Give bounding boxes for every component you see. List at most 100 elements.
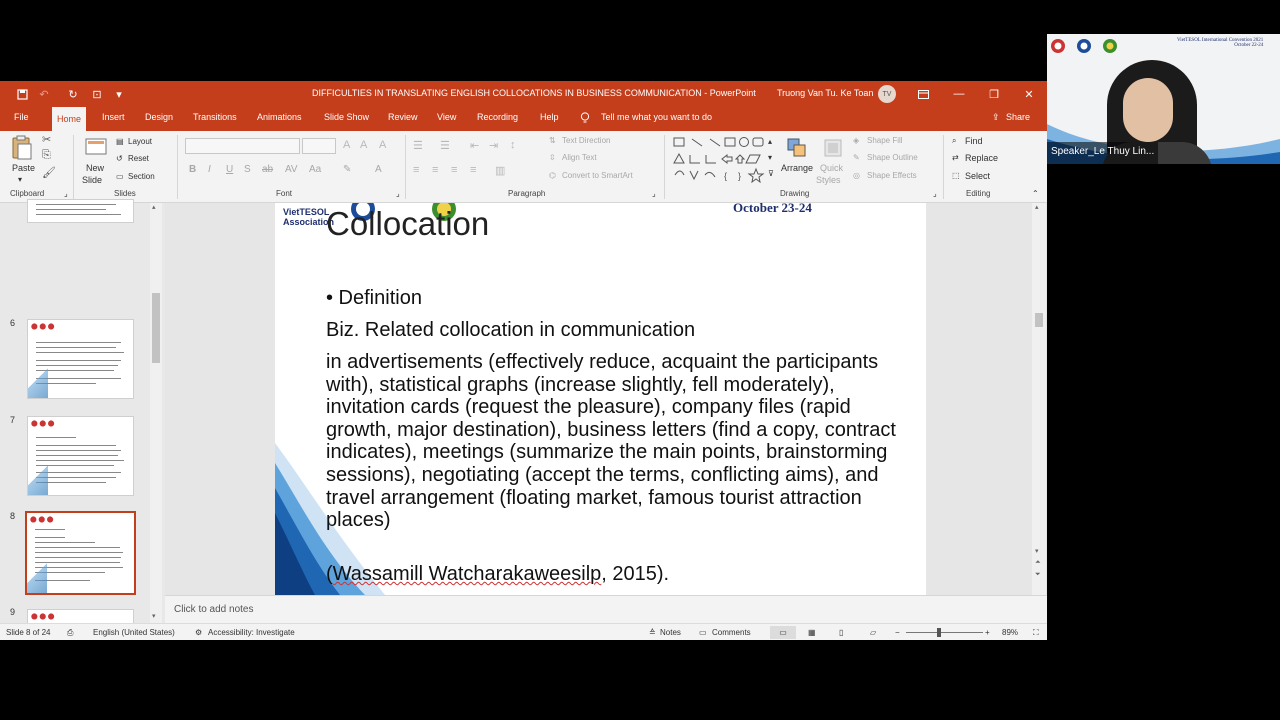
avatar[interactable]: TV (878, 85, 896, 103)
reading-view-icon[interactable]: ▯ (839, 628, 843, 637)
layout-button[interactable]: Layout (128, 137, 152, 146)
shape-fill-button[interactable]: Shape Fill (867, 136, 903, 145)
section-icon[interactable]: ▭ (116, 172, 124, 181)
accessibility-icon[interactable]: ⚙ (195, 628, 202, 637)
align-text-button[interactable]: Align Text (562, 153, 597, 162)
align-center-icon[interactable]: ≡ (432, 164, 438, 176)
normal-view-icon[interactable]: ▭ (770, 626, 796, 639)
zoom-out-icon[interactable]: − (895, 628, 900, 637)
paste-dropdown-icon[interactable]: ▾ (18, 175, 22, 184)
columns-icon[interactable]: ▥ (495, 164, 505, 177)
paragraph-launcher-icon[interactable]: ⌟ (652, 189, 656, 198)
slide-sorter-icon[interactable]: ▦ (808, 628, 816, 637)
slide-title[interactable]: Collocation (326, 205, 489, 243)
tab-slide-show[interactable]: Slide Show (324, 112, 369, 122)
slide-subheading[interactable]: Biz. Related collocation in communicatio… (326, 319, 695, 342)
slide-canvas[interactable]: VietTESOL Association October 23-24 Coll… (275, 203, 926, 595)
strikethrough-button[interactable]: ab (262, 164, 273, 175)
increase-font-icon[interactable]: A (343, 139, 350, 151)
notes-icon[interactable]: ≙ (649, 628, 656, 637)
zoom-slider-thumb[interactable] (937, 628, 941, 637)
font-color-button[interactable]: A (375, 164, 382, 175)
copy-icon[interactable]: ⎘ (42, 149, 51, 162)
slide-thumbnail-5-partial[interactable] (27, 199, 134, 223)
slide-body-text[interactable]: in advertisements (effectively reduce, a… (326, 351, 896, 532)
comments-icon[interactable]: ▭ (699, 628, 707, 637)
arrange-icon[interactable] (786, 137, 810, 161)
clear-formatting-icon[interactable]: A (379, 139, 386, 151)
shapes-scroll-up-icon[interactable]: ▴ (768, 137, 772, 146)
tab-view[interactable]: View (437, 112, 456, 122)
find-button[interactable]: Find (965, 136, 983, 146)
scroll-up-icon[interactable]: ▴ (152, 203, 156, 211)
shapes-scroll-down-icon[interactable]: ▾ (768, 153, 772, 162)
format-painter-icon[interactable]: 🖌 (42, 166, 56, 179)
slide-thumbnail-7[interactable]: ⬤ ⬤ ⬤ (27, 416, 134, 496)
select-icon[interactable]: ⬚ (952, 171, 960, 180)
zoom-level[interactable]: 89% (1002, 628, 1018, 637)
new-slide-button-line2[interactable]: Slide (82, 175, 102, 185)
font-launcher-icon[interactable]: ⌟ (396, 189, 400, 198)
tab-transitions[interactable]: Transitions (193, 112, 237, 122)
bullets-icon[interactable]: ☰ (413, 139, 423, 152)
previous-slide-icon[interactable]: ⏶ (1035, 559, 1041, 567)
slide-thumbnail-6[interactable]: ⬤ ⬤ ⬤ (27, 319, 134, 399)
minimize-icon[interactable]: — (942, 81, 976, 107)
present-from-beginning-icon[interactable]: ⊡ (86, 81, 108, 107)
new-slide-icon[interactable] (84, 135, 108, 159)
ribbon-display-options-icon[interactable] (906, 81, 940, 107)
replace-icon[interactable]: ⇄ (952, 153, 959, 162)
tab-file[interactable]: File (14, 112, 29, 122)
shape-effects-button[interactable]: Shape Effects (867, 171, 917, 180)
scroll-down-icon[interactable]: ▾ (1035, 547, 1039, 555)
increase-indent-icon[interactable]: ⇥ (489, 139, 498, 152)
decrease-font-icon[interactable]: A (360, 139, 367, 151)
spelling-icon[interactable]: ⎙ (67, 628, 73, 638)
fit-to-window-icon[interactable]: ⛶ (1033, 628, 1039, 638)
text-direction-button[interactable]: Text Direction (562, 136, 610, 145)
tab-animations[interactable]: Animations (257, 112, 302, 122)
reset-icon[interactable]: ↺ (116, 154, 123, 163)
tab-help[interactable]: Help (540, 112, 559, 122)
underline-button[interactable]: U (226, 164, 233, 175)
language-indicator[interactable]: English (United States) (93, 628, 175, 637)
quick-styles-button-line2[interactable]: Styles (816, 175, 841, 185)
slide-bullet-definition[interactable]: • Definition (326, 287, 422, 310)
layout-icon[interactable]: ▤ (116, 137, 124, 146)
line-spacing-icon[interactable]: ↕ (510, 139, 516, 151)
notes-placeholder[interactable]: Click to add notes (174, 604, 254, 615)
tab-insert[interactable]: Insert (102, 112, 125, 122)
replace-button[interactable]: Replace (965, 153, 998, 163)
thumbnail-scrollbar[interactable]: ▴ ▾ (150, 203, 162, 623)
redo-icon[interactable]: ↻ (62, 81, 84, 107)
quick-styles-button[interactable]: Quick (820, 163, 843, 173)
collapse-ribbon-icon[interactable]: ⌃ (1032, 189, 1039, 198)
slide-scroll-thumb[interactable] (1035, 313, 1043, 327)
save-icon[interactable] (11, 81, 33, 107)
accessibility-status[interactable]: Accessibility: Investigate (208, 628, 295, 637)
shapes-gallery[interactable]: { } (672, 135, 772, 183)
paste-button[interactable]: Paste (12, 163, 35, 173)
next-slide-icon[interactable]: ⏷ (1035, 571, 1041, 579)
section-button[interactable]: Section (128, 172, 155, 181)
scroll-down-icon[interactable]: ▾ (152, 612, 156, 620)
quick-styles-icon[interactable] (822, 137, 846, 161)
shape-outline-button[interactable]: Shape Outline (867, 153, 918, 162)
shape-effects-icon[interactable]: ◎ (853, 171, 860, 180)
slide-show-icon[interactable]: ▱ (870, 628, 876, 637)
restore-icon[interactable]: ❐ (977, 81, 1011, 107)
comments-button[interactable]: Comments (712, 628, 751, 637)
drawing-launcher-icon[interactable]: ⌟ (933, 189, 937, 198)
character-spacing-button[interactable]: AV (285, 164, 298, 175)
new-slide-button[interactable]: New (86, 163, 104, 173)
undo-icon[interactable]: ↶ (33, 81, 55, 107)
scroll-up-icon[interactable]: ▴ (1035, 203, 1039, 211)
paste-icon[interactable] (10, 135, 34, 160)
smartart-icon[interactable]: ⌬ (549, 171, 556, 180)
bold-button[interactable]: B (189, 164, 196, 175)
font-name-combo[interactable] (185, 138, 300, 154)
slide-scrollbar[interactable]: ▴ ▾ ⏶ ⏷ (1032, 203, 1046, 595)
justify-icon[interactable]: ≡ (470, 164, 476, 176)
shadow-button[interactable]: S (244, 164, 251, 175)
zoom-slider[interactable] (906, 632, 983, 633)
